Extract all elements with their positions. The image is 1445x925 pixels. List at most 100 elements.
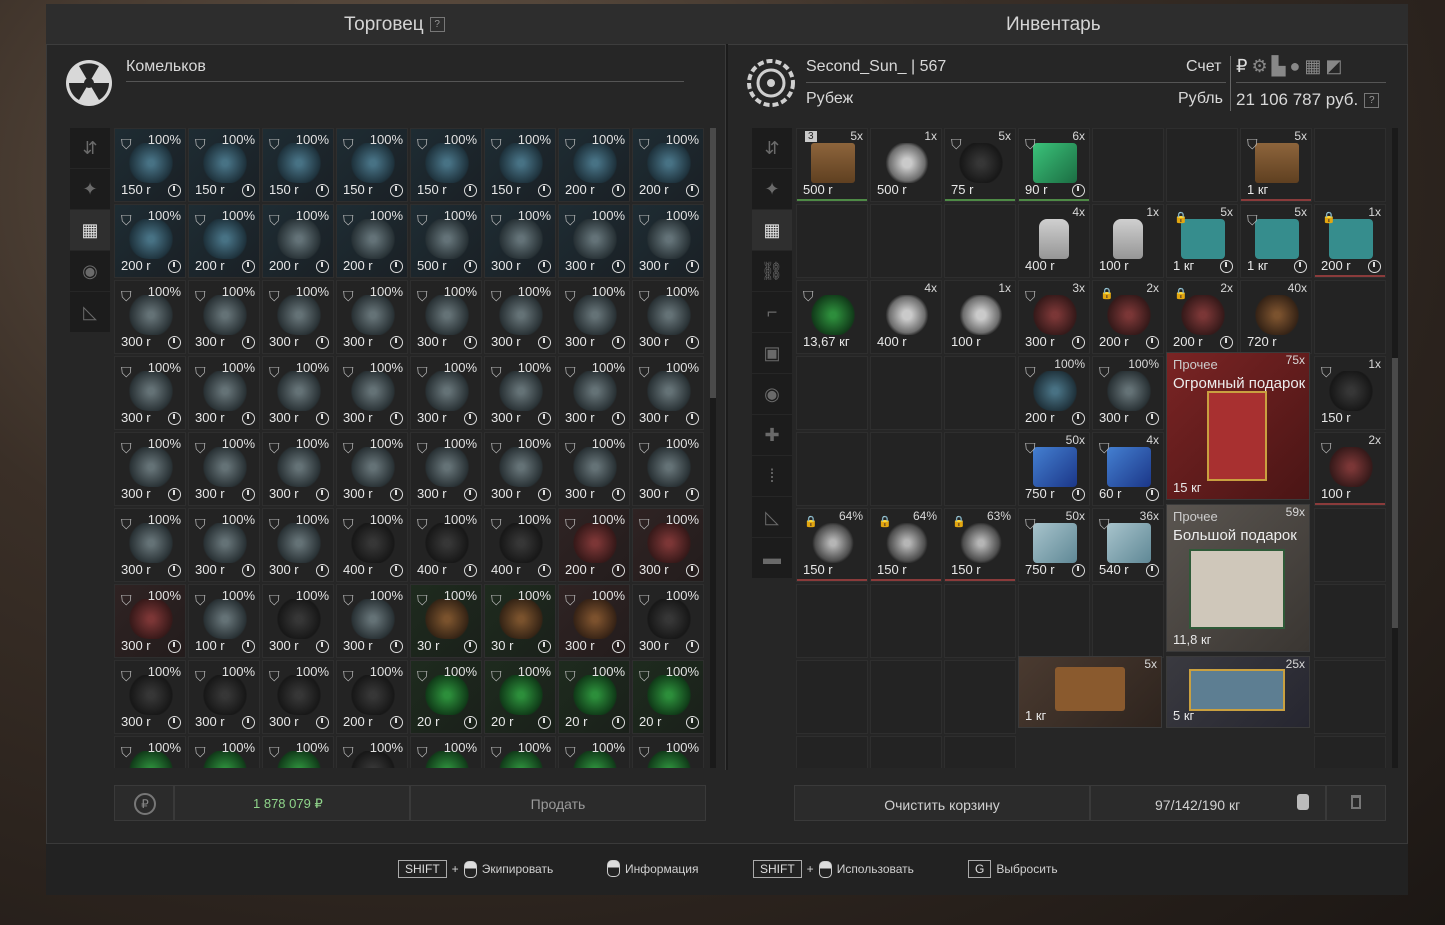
trader-item[interactable]: ⛉ 100% 300 r [558,280,630,354]
trader-item[interactable]: ⛉ 100% 300 r [262,660,334,734]
trader-item[interactable]: ⛉ 100% 30 r [410,584,482,658]
inventory-item[interactable]: 4x 400 r [870,280,942,354]
gift-big[interactable]: Прочее 59x Большой подарок 11,8 кг [1166,504,1310,652]
gift-huge[interactable]: Прочее 75x Огромный подарок 15 кг [1166,352,1310,500]
help-icon[interactable]: ? [1364,93,1380,109]
gift-blue-box[interactable]: 25x 5 кг [1166,656,1310,728]
mug-icon[interactable]: ◩ [1325,56,1342,77]
trader-item[interactable]: ⛉ 100% 300 r [632,432,704,506]
trader-item[interactable]: ⛉ 100% 300 r [188,660,260,734]
trader-item[interactable]: ⛉ 100% 300 r [558,204,630,278]
trader-item[interactable]: ⛉ 100% 300 r [262,584,334,658]
trader-item[interactable]: ⛉ 100% 200 r [336,204,408,278]
trader-scrollbar[interactable] [710,128,716,768]
inventory-item[interactable]: 3 5x 500 r [796,128,868,202]
trader-item[interactable]: ⛉ 100% [558,736,630,768]
trader-item[interactable]: ⛉ 100% 300 r [262,508,334,582]
trader-item[interactable]: ⛉ 100% 150 r [188,128,260,202]
inventory-item[interactable]: ⛉ 100% 300 r [1092,356,1164,430]
trader-item[interactable]: ⛉ 100% 200 r [114,204,186,278]
crate-icon[interactable]: ▦ [1304,56,1321,77]
trader-item[interactable]: ⛉ 100% 300 r [262,280,334,354]
trader-item[interactable]: ⛉ 100% 150 r [336,128,408,202]
sort-icon[interactable]: ⇵ [70,128,110,169]
trash-button[interactable] [1326,785,1386,821]
trader-item[interactable]: ⛉ 100% 300 r [188,356,260,430]
inventory-item[interactable]: ⛉ 5x 1 кг [1240,204,1312,278]
trader-item[interactable]: ⛉ 100% 300 r [188,432,260,506]
trader-item[interactable]: ⛉ 100% 300 r [114,432,186,506]
trader-item[interactable]: ⛉ 100% 400 r [336,508,408,582]
inventory-item[interactable]: 🔒 64% 150 r [796,508,868,582]
inventory-item[interactable]: ⛉ 5x 1 кг [1240,128,1312,202]
trader-item[interactable]: ⛉ 100% 300 r [114,280,186,354]
trader-item[interactable]: ⛉ 100% [336,736,408,768]
grid-icon[interactable]: ▦ [70,210,110,251]
trader-item[interactable]: ⛉ 100% 30 r [484,584,556,658]
trader-item[interactable]: ⛉ 100% 300 r [410,280,482,354]
trader-item[interactable]: ⛉ 100% [262,736,334,768]
trader-item[interactable]: ⛉ 100% 150 r [410,128,482,202]
inventory-item[interactable]: 🔒 64% 150 r [870,508,942,582]
inventory-item[interactable]: ⛉ 36x 540 r [1092,508,1164,582]
trader-item[interactable]: ⛉ 100% 300 r [114,584,186,658]
trader-item[interactable]: ⛉ 100% 150 r [262,128,334,202]
trader-item[interactable]: ⛉ 100% 200 r [632,128,704,202]
star-icon[interactable]: ✦ [70,169,110,210]
trader-item[interactable]: ⛉ 100% 300 r [632,508,704,582]
trader-item[interactable]: ⛉ 100% 300 r [336,584,408,658]
trader-item[interactable]: ⛉ 100% 300 r [188,508,260,582]
trader-item[interactable]: ⛉ 100% 200 r [336,660,408,734]
trader-item[interactable]: ⛉ 100% [188,736,260,768]
medkit-icon[interactable]: ✚ [752,415,792,456]
inventory-scroll-thumb[interactable] [1392,358,1398,628]
trader-item[interactable]: ⛉ 100% 300 r [114,660,186,734]
trader-item[interactable]: ⛉ 100% 300 r [410,432,482,506]
trader-item[interactable]: ⛉ 100% 150 r [484,128,556,202]
trader-item[interactable]: ⛉ 100% 300 r [114,508,186,582]
pill-icon[interactable]: ● [1289,56,1300,77]
trader-item[interactable]: ⛉ 100% 300 r [188,280,260,354]
trader-item[interactable]: ⛉ 100% 300 r [632,280,704,354]
inventory-item[interactable]: ⛉ 13,67 кг [796,280,868,354]
boot-icon[interactable]: ▙ [1272,56,1286,77]
armor-icon[interactable]: ▣ [752,333,792,374]
currency-switch-button[interactable]: ₽ [114,785,174,821]
inventory-item[interactable]: 1x 100 r [944,280,1016,354]
inventory-item[interactable]: 1x 100 r [1092,204,1164,278]
inventory-scrollbar[interactable] [1392,128,1398,768]
trader-item[interactable]: ⛉ 100% [114,736,186,768]
trader-item[interactable]: ⛉ 100% 300 r [632,584,704,658]
ruler-icon[interactable]: ◺ [752,497,792,538]
inventory-item[interactable]: 🔒 2x 200 r [1092,280,1164,354]
trader-item[interactable]: ⛉ 100% 20 r [558,660,630,734]
inventory-item[interactable]: ⛉ 5x 75 r [944,128,1016,202]
trader-item[interactable]: ⛉ 100% 300 r [336,356,408,430]
trader-item[interactable]: ⛉ 100% 300 r [336,432,408,506]
inventory-item[interactable]: ⛉ 3x 300 r [1018,280,1090,354]
trader-item[interactable]: ⛉ 100% 300 r [484,432,556,506]
trader-item[interactable]: ⛉ 100% 300 r [484,204,556,278]
inventory-item[interactable]: ⛉ 1x 150 r [1314,356,1386,430]
trader-item[interactable]: ⛉ 100% 400 r [484,508,556,582]
ruble-icon[interactable]: ₽ [1236,56,1247,77]
inventory-item[interactable]: 🔒 1x 200 r [1314,204,1386,278]
trader-item[interactable]: ⛉ 100% 500 r [410,204,482,278]
trader-item[interactable]: ⛉ 100% 20 r [632,660,704,734]
trader-item[interactable]: ⛉ 100% 200 r [262,204,334,278]
rifle-icon[interactable]: ⌐ [752,292,792,333]
trader-item[interactable]: ⛉ 100% 300 r [632,356,704,430]
artifact-icon[interactable]: ◉ [70,251,110,292]
inventory-item[interactable]: ⛉ 4x 60 r [1092,432,1164,506]
ammo-icon[interactable]: ⁞ [752,456,792,497]
trader-item[interactable]: ⛉ 100% 20 r [410,660,482,734]
trader-item[interactable]: ⛉ 100% [632,736,704,768]
ruler-icon[interactable]: ◺ [70,292,110,333]
sort-icon[interactable]: ⇵ [752,128,792,169]
inventory-item[interactable]: 🔒 63% 150 r [944,508,1016,582]
trader-item[interactable]: ⛉ 100% 150 r [114,128,186,202]
trader-scroll-thumb[interactable] [710,128,716,398]
inventory-item[interactable]: 40x 720 r [1240,280,1312,354]
star-icon[interactable]: ✦ [752,169,792,210]
gift-small-box[interactable]: 5x 1 кг [1018,656,1162,728]
